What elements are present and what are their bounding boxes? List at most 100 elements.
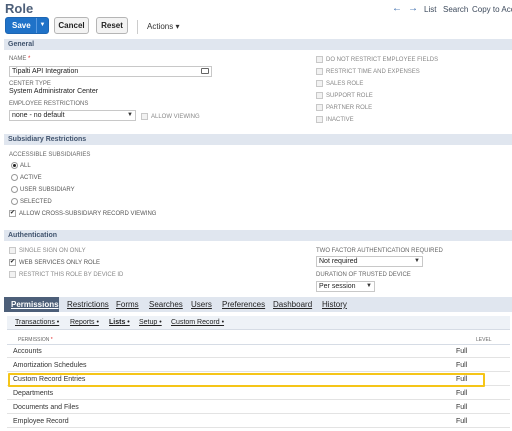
name-field-label: NAME * (9, 56, 30, 62)
search-link[interactable]: Search (443, 5, 468, 14)
permission-level: Full (456, 348, 468, 355)
permission-column-header: PERMISSION * (18, 337, 53, 343)
table-row[interactable]: Employee Record Full (7, 415, 510, 428)
cancel-button[interactable]: Cancel (54, 17, 89, 34)
level-column-header: LEVEL (476, 337, 492, 343)
partner-role-label: PARTNER ROLE (326, 105, 373, 111)
tab-history[interactable]: History (322, 300, 347, 309)
inactive-label: INACTIVE (326, 117, 354, 123)
subtab-transactions[interactable]: Transactions • (15, 319, 59, 326)
permission-name: Accounts (13, 348, 42, 355)
actions-menu[interactable]: Actions ▾ (147, 22, 179, 31)
allow-viewing-checkbox[interactable] (141, 113, 148, 120)
support-role-label: SUPPORT ROLE (326, 93, 373, 99)
single-sign-on-checkbox[interactable] (9, 247, 16, 254)
inactive-checkbox[interactable] (316, 116, 323, 123)
table-row[interactable]: Amortization Schedules Full (7, 359, 510, 372)
sales-role-checkbox[interactable] (316, 80, 323, 87)
subsidiary-active-radio[interactable] (11, 174, 18, 181)
restrict-device-label: RESTRICT THIS ROLE BY DEVICE ID (19, 272, 124, 278)
two-factor-select[interactable]: Not required ▼ (316, 256, 423, 267)
tab-searches[interactable]: Searches (149, 300, 183, 309)
employee-restrictions-value: none - no default (12, 112, 65, 119)
web-services-only-checkbox[interactable]: ✔ (9, 259, 16, 266)
subsidiary-user-label: USER SUBSIDIARY (20, 187, 75, 193)
general-section-header[interactable]: General (4, 39, 512, 50)
subtab-custom-record[interactable]: Custom Record • (171, 319, 224, 326)
toolbar-divider (137, 20, 138, 34)
web-services-only-label: WEB SERVICES ONLY ROLE (19, 260, 101, 266)
subsidiary-selected-radio[interactable] (11, 198, 18, 205)
save-button[interactable]: Save ▼ (5, 17, 49, 34)
authentication-section-header[interactable]: Authentication (4, 230, 512, 241)
employee-restrictions-select[interactable]: none - no default ▼ (9, 110, 136, 121)
tab-preferences[interactable]: Preferences (222, 300, 265, 309)
forward-arrow-icon[interactable]: → (408, 3, 418, 14)
tab-permissions[interactable]: Permissions (11, 300, 59, 309)
tab-users[interactable]: Users (191, 300, 212, 309)
table-row[interactable]: Departments Full (7, 387, 510, 400)
subtab-lists[interactable]: Lists • (109, 319, 130, 326)
subsidiary-user-radio[interactable] (11, 186, 18, 193)
required-marker: * (50, 337, 53, 343)
allow-viewing-label: ALLOW VIEWING (151, 114, 200, 120)
tab-restrictions[interactable]: Restrictions (67, 300, 109, 309)
permission-name: Departments (13, 390, 54, 397)
do-not-restrict-employee-fields-label: DO NOT RESTRICT EMPLOYEE FIELDS (326, 57, 439, 63)
permission-level: Full (456, 362, 468, 369)
table-row[interactable]: Documents and Files Full (7, 401, 510, 414)
permission-header-text: PERMISSION (18, 337, 50, 343)
list-link[interactable]: List (424, 5, 436, 14)
restrict-time-expenses-label: RESTRICT TIME AND EXPENSES (326, 69, 420, 75)
accessible-subsidiaries-label: ACCESSIBLE SUBSIDIARIES (9, 152, 91, 158)
subtab-reports[interactable]: Reports • (70, 319, 99, 326)
duration-trusted-device-label: DURATION OF TRUSTED DEVICE (316, 272, 411, 278)
subsidiary-all-radio[interactable] (11, 162, 18, 169)
copy-to-account-link[interactable]: Copy to Acco (472, 5, 512, 14)
center-type-value: System Administrator Center (9, 88, 99, 95)
subsidiary-section-header[interactable]: Subsidiary Restrictions (4, 134, 512, 145)
two-factor-label: TWO FACTOR AUTHENTICATION REQUIRED (316, 248, 443, 254)
permission-name: Employee Record (13, 418, 69, 425)
subsidiary-active-label: ACTIVE (20, 175, 42, 181)
sales-role-label: SALES ROLE (326, 81, 364, 87)
required-marker: * (28, 56, 31, 62)
duration-value: Per session (319, 283, 356, 290)
subsidiary-selected-label: SELECTED (20, 199, 52, 205)
permission-level: Full (456, 404, 468, 411)
permission-name: Documents and Files (13, 404, 79, 411)
subsidiary-all-label: ALL (20, 163, 31, 169)
subtab-setup[interactable]: Setup • (139, 319, 162, 326)
reset-button[interactable]: Reset (96, 17, 128, 34)
duration-trusted-device-select[interactable]: Per session ▼ (316, 281, 375, 292)
two-factor-value: Not required (319, 258, 358, 265)
name-input-value: Tipalti API Integration (12, 68, 79, 75)
permission-name: Amortization Schedules (13, 362, 87, 369)
save-dropdown-icon[interactable]: ▼ (36, 18, 48, 33)
partner-role-checkbox[interactable] (316, 104, 323, 111)
chevron-down-icon: ▼ (127, 112, 133, 118)
table-row[interactable]: Accounts Full (7, 345, 510, 358)
back-arrow-icon[interactable]: ← (392, 3, 402, 14)
center-type-label: CENTER TYPE (9, 81, 51, 87)
single-sign-on-label: SINGLE SIGN ON ONLY (19, 248, 86, 254)
save-button-label: Save (12, 21, 31, 30)
page-title: Role (5, 1, 34, 16)
chevron-down-icon: ▼ (414, 258, 420, 264)
support-role-checkbox[interactable] (316, 92, 323, 99)
tab-dashboard[interactable]: Dashboard (273, 300, 312, 309)
restrict-device-checkbox[interactable] (9, 271, 16, 278)
name-label-text: NAME (9, 56, 27, 62)
cross-subsidiary-checkbox[interactable]: ✔ (9, 210, 16, 217)
highlight-box (8, 373, 485, 387)
permission-level: Full (456, 390, 468, 397)
restrict-time-expenses-checkbox[interactable] (316, 68, 323, 75)
field-help-icon[interactable] (201, 68, 209, 74)
do-not-restrict-employee-fields-checkbox[interactable] (316, 56, 323, 63)
permission-level: Full (456, 418, 468, 425)
name-input[interactable]: Tipalti API Integration (9, 66, 212, 77)
cross-subsidiary-label: ALLOW CROSS-SUBSIDIARY RECORD VIEWING (19, 211, 157, 217)
tab-forms[interactable]: Forms (116, 300, 139, 309)
employee-restrictions-label: EMPLOYEE RESTRICTIONS (9, 101, 89, 107)
chevron-down-icon: ▼ (366, 283, 372, 289)
